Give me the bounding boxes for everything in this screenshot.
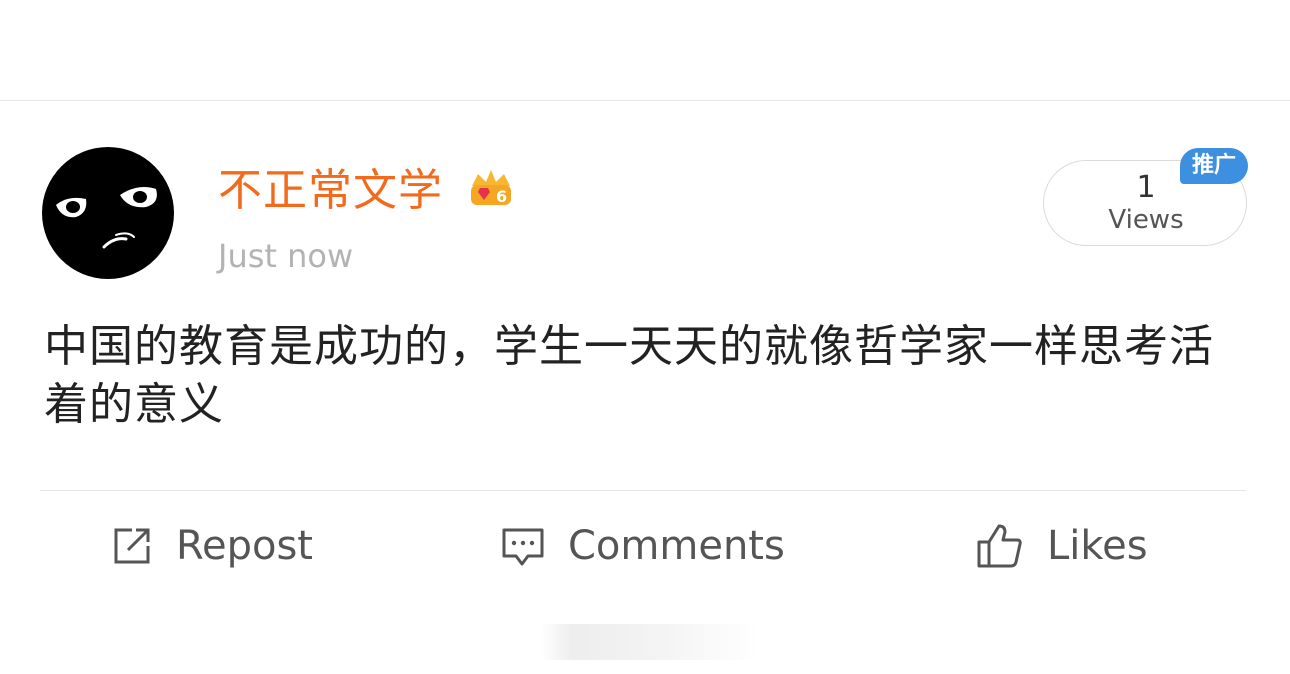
crown-badge-icon: 6 (466, 164, 516, 214)
comment-icon (502, 528, 544, 566)
watermark-blur (540, 624, 760, 660)
avatar[interactable] (42, 147, 174, 279)
username[interactable]: 不正常文学 (218, 163, 443, 219)
thumbs-up-icon (977, 524, 1022, 568)
repost-icon (114, 528, 150, 564)
likes-button[interactable]: Likes (975, 520, 1148, 572)
repost-button[interactable]: Repost (110, 520, 313, 572)
comments-button[interactable]: Comments (500, 520, 785, 572)
post-timestamp: Just now (218, 237, 354, 275)
promo-badge: 推广 (1180, 148, 1248, 184)
likes-label: Likes (1047, 523, 1148, 569)
post-body: 中国的教育是成功的，学生一天天的就像哲学家一样思考活着的意义 (44, 321, 1214, 430)
actions-divider (40, 490, 1246, 491)
svg-text:6: 6 (496, 187, 507, 206)
top-divider (0, 100, 1290, 101)
views-label: Views (1108, 205, 1184, 235)
repost-label: Repost (176, 523, 313, 569)
comments-label: Comments (568, 523, 785, 569)
grumpy-face-avatar-icon (42, 147, 174, 279)
